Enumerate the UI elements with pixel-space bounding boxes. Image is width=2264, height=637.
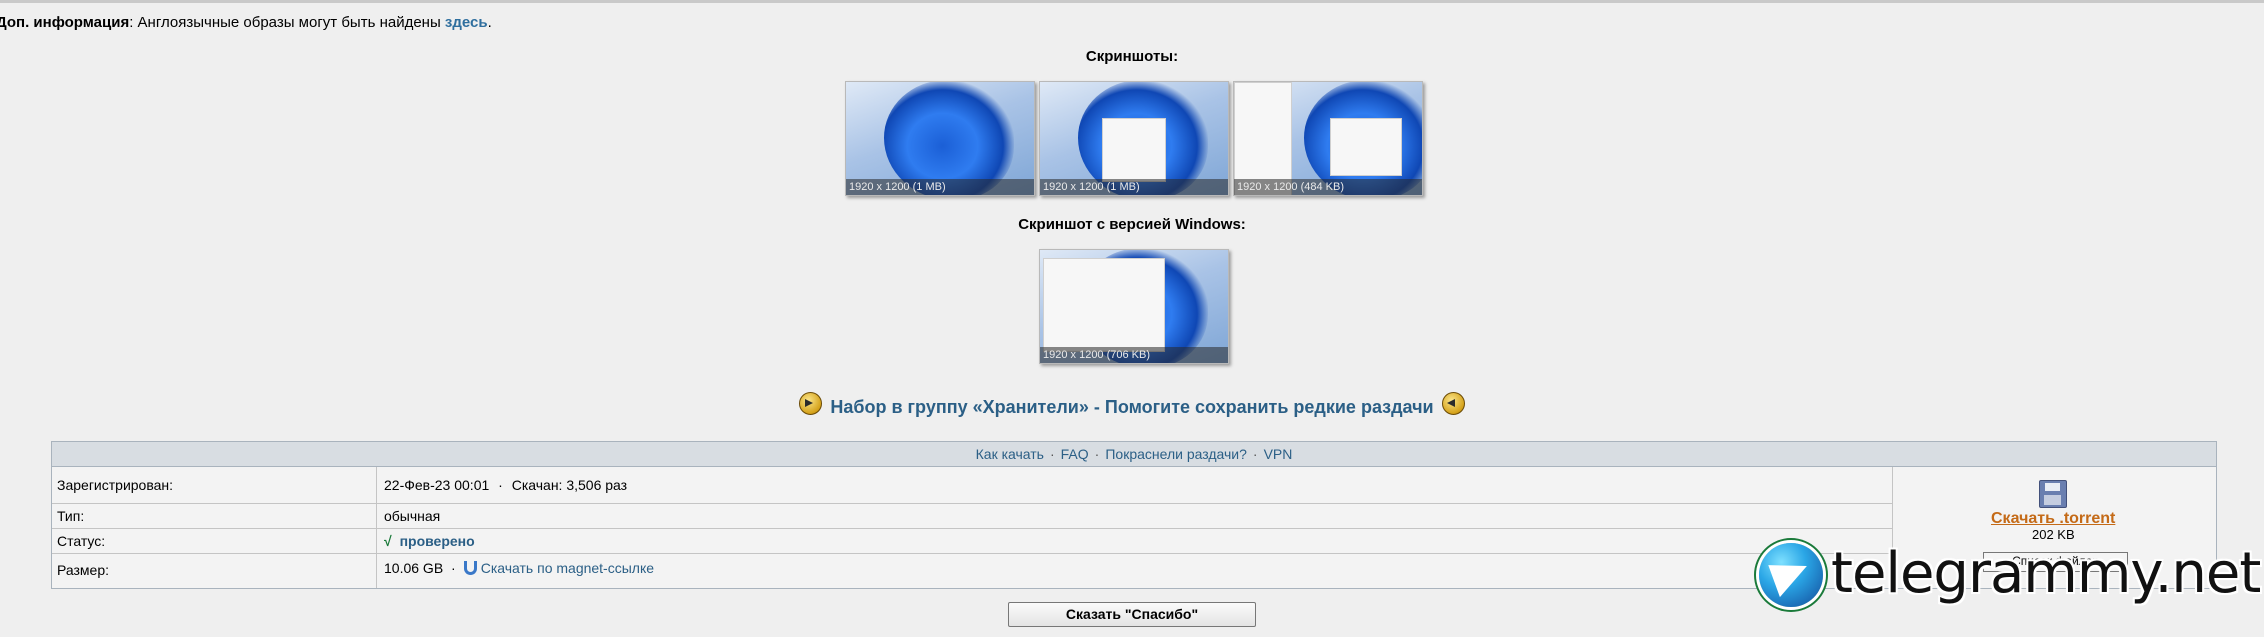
how-to-download-link[interactable]: Как качать <box>976 446 1044 462</box>
magnet-link[interactable]: Скачать по magnet-ссылке <box>481 560 654 576</box>
top-divider <box>0 0 2264 3</box>
download-count: Скачан: 3,506 раз <box>511 477 628 493</box>
help-links: Как качать · FAQ · Покраснели раздачи? · VPN <box>52 442 2216 467</box>
row-divider <box>52 553 1892 554</box>
status-label: Статус: <box>57 533 106 549</box>
winver-window <box>1043 258 1165 352</box>
status-text: проверено <box>399 533 475 549</box>
screenshots-title: Скриншоты: <box>1085 48 1179 65</box>
version-screenshot-thumb[interactable]: 1920 x 1200 (706 KB) <box>1039 249 1229 364</box>
screenshot-thumb-3[interactable]: 1920 x 1200 (484 KB) <box>1233 81 1423 196</box>
registered-value: 22-Фев-23 00:01 · Скачан: 3,506 раз <box>384 477 628 493</box>
screenshot-thumb-2[interactable]: 1920 x 1200 (1 MB) <box>1039 81 1229 196</box>
thumb-caption: 1920 x 1200 (1 MB) <box>1040 179 1228 195</box>
row-divider <box>52 528 1892 529</box>
arrow-right-icon <box>799 392 823 415</box>
vpn-link[interactable]: VPN <box>1264 446 1293 462</box>
thumb-caption: 1920 x 1200 (706 KB) <box>1040 347 1228 363</box>
explorer-window <box>1330 118 1402 176</box>
watermark-text: telegrammy.net <box>1831 541 2261 606</box>
registered-date: 22-Фев-23 00:01 <box>384 477 490 493</box>
info-end: . <box>487 14 492 31</box>
faq-link[interactable]: FAQ <box>1061 446 1089 462</box>
check-icon: √ <box>384 533 392 549</box>
telegrammy-watermark: telegrammy.net <box>1759 540 2261 612</box>
type-value: обычная <box>384 508 441 524</box>
thumb-caption: 1920 x 1200 (1 MB) <box>846 179 1034 195</box>
size-label: Размер: <box>57 562 110 578</box>
banner-text: Набор в группу «Хранители» - Помогите со… <box>830 397 1434 417</box>
size-text: 10.06 GB <box>384 560 444 576</box>
thanks-button[interactable]: Сказать "Спасибо" <box>1008 602 1256 627</box>
keepers-banner[interactable]: Набор в группу «Хранители» - Помогите со… <box>0 392 2264 418</box>
info-link[interactable]: здесь <box>445 14 488 31</box>
type-label: Тип: <box>57 508 85 524</box>
arrow-left-icon <box>1441 392 1465 415</box>
info-label: Доп. информация <box>0 14 130 31</box>
row-divider <box>52 503 1892 504</box>
start-menu-window <box>1102 118 1166 182</box>
status-value: √ проверено <box>384 532 475 550</box>
version-screenshot-title: Скриншот с версией Windows: <box>1018 216 1246 233</box>
thumb-caption: 1920 x 1200 (484 KB) <box>1234 179 1422 195</box>
red-torrents-link[interactable]: Покраснели раздачи? <box>1105 446 1247 462</box>
registered-label: Зарегистрирован: <box>57 477 174 493</box>
info-text: : Англоязычные образы могут быть найдены <box>129 14 445 31</box>
screenshot-thumb-1[interactable]: 1920 x 1200 (1 MB) <box>845 81 1035 196</box>
magnet-icon <box>463 561 477 575</box>
floppy-disk-icon <box>2039 480 2067 508</box>
size-value: 10.06 GB · Скачать по magnet-ссылке <box>384 560 655 576</box>
additional-info: Доп. информация: Англоязычные образы мог… <box>0 14 492 31</box>
